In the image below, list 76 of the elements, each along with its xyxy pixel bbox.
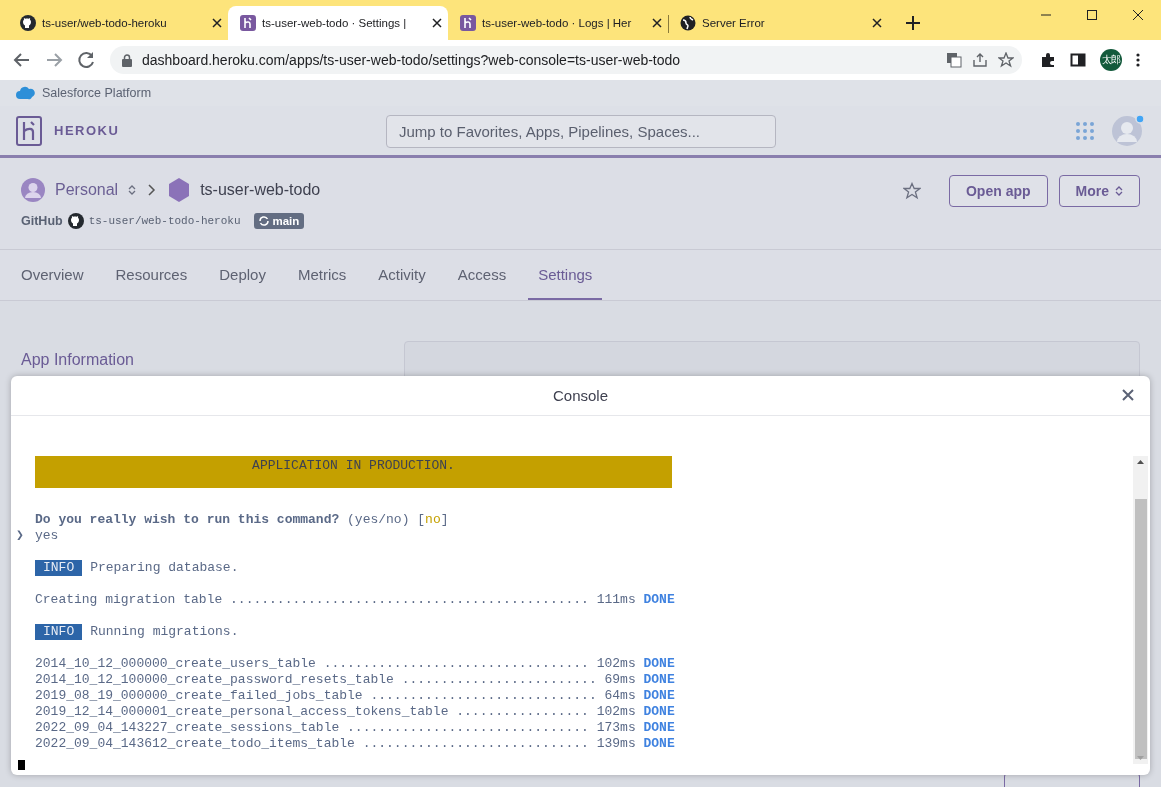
side-panel-icon[interactable] — [1070, 52, 1086, 68]
sort-caret-icon[interactable] — [128, 184, 137, 196]
banner-text: APPLICATION IN PRODUCTION. — [252, 458, 455, 473]
cloud-icon — [16, 86, 36, 100]
nav-tab[interactable]: Overview — [21, 250, 84, 300]
repo-label: GitHub — [21, 214, 63, 228]
heroku-icon — [460, 15, 476, 31]
nav-tab[interactable]: Settings — [528, 250, 603, 300]
more-menu-button[interactable]: More — [1058, 175, 1140, 207]
prompt-marker: ❯ — [16, 528, 24, 544]
status-label: DONE — [642, 592, 675, 608]
sort-caret-icon — [1115, 185, 1123, 197]
lock-icon — [122, 53, 132, 67]
repo-link[interactable]: ts-user/web-todo-heroku — [88, 215, 241, 227]
globe-icon — [680, 15, 696, 31]
prompt-question: Do you really wish to run this command? (yes/no) [no] — [35, 512, 449, 528]
status-label: DONE — [642, 656, 675, 672]
nav-tab[interactable]: Activity — [378, 250, 426, 300]
status-label: DONE — [642, 720, 675, 736]
branch-name: main — [272, 215, 300, 227]
brand-name[interactable]: HEROKU — [54, 123, 120, 138]
info-badge: INFO — [35, 624, 83, 640]
heroku-icon — [240, 15, 256, 31]
platform-label: Salesforce Platform — [42, 86, 152, 100]
log-line: 2019_08_19_000000_create_failed_jobs_table ............................. 64ms — [35, 688, 636, 704]
more-icon[interactable] — [1136, 52, 1140, 68]
search-field[interactable]: Jump to Favorites, Apps, Pipelines, Spaces... — [386, 115, 776, 148]
star-icon[interactable] — [998, 52, 1014, 68]
nav-tab[interactable]: Access — [457, 250, 507, 300]
close-icon[interactable] — [432, 18, 442, 28]
browser-tab[interactable]: Server Error — [668, 6, 888, 40]
scrollbar[interactable] — [1133, 456, 1148, 764]
input-text: yes — [35, 528, 59, 544]
status-label: DONE — [642, 736, 675, 752]
dialog-title: Console — [552, 387, 608, 404]
browser-tab[interactable]: ts-user-web-todo · Settings | — [228, 6, 448, 40]
close-icon[interactable] — [212, 18, 222, 28]
plus-icon[interactable] — [906, 16, 920, 30]
user-avatar-icon — [21, 178, 45, 202]
close-icon[interactable] — [872, 18, 882, 28]
nav-tab[interactable]: Deploy — [219, 250, 266, 300]
status-label: DONE — [642, 704, 675, 720]
browser-tab[interactable]: ts-user-web-todo · Logs | Her — [448, 6, 668, 40]
section-title: App Information — [21, 351, 135, 369]
log-line: 2022_09_04_143227_create_sessions_table ............................... 173ms — [35, 720, 636, 736]
close-icon[interactable] — [1122, 389, 1134, 401]
browser-tab[interactable]: ts-user/web-todo-heroku — [8, 6, 228, 40]
open-app-button[interactable]: Open app — [949, 175, 1048, 207]
github-icon — [20, 15, 36, 31]
log-line: 2014_10_12_000000_create_users_table .................................. 102ms — [35, 656, 636, 672]
log-line: 2019_12_14_000001_create_personal_access_tokens_table ................. 102ms — [35, 704, 636, 720]
log-line: 2014_10_12_100000_create_password_resets_table ......................... 69ms — [35, 672, 636, 688]
log-message: Running migrations. — [90, 624, 239, 640]
puzzle-icon[interactable] — [1040, 52, 1056, 68]
translate-icon[interactable] — [946, 52, 962, 68]
log-message: Preparing database. — [90, 560, 239, 576]
scroll-thumb[interactable] — [1135, 499, 1147, 759]
heroku-logo-icon[interactable] — [16, 115, 42, 146]
share-icon[interactable] — [972, 52, 988, 68]
app-name: ts-user-web-todo — [200, 181, 321, 199]
info-badge: INFO — [35, 560, 83, 576]
status-label: DONE — [642, 688, 675, 704]
owner-selector[interactable]: Personal — [55, 181, 119, 199]
log-line: Creating migration table .............................................. 111ms — [35, 592, 636, 608]
nav-tab[interactable]: Metrics — [297, 250, 347, 300]
profile-avatar[interactable]: 太郎 — [1100, 49, 1122, 71]
hexagon-icon — [168, 178, 191, 202]
nav-tab[interactable]: Resources — [115, 250, 188, 300]
status-label: DONE — [642, 672, 675, 688]
sync-icon — [258, 216, 269, 226]
close-icon[interactable] — [652, 18, 662, 28]
log-line: 2022_09_04_143612_create_todo_items_table ............................. 139ms — [35, 736, 636, 752]
github-icon — [67, 213, 84, 229]
star-icon[interactable] — [903, 182, 921, 200]
address-bar[interactable]: dashboard.heroku.com/apps/ts-user-web-todo/settings?web-console=ts-user-web-todo — [110, 46, 1022, 74]
terminal-cursor — [18, 760, 25, 770]
